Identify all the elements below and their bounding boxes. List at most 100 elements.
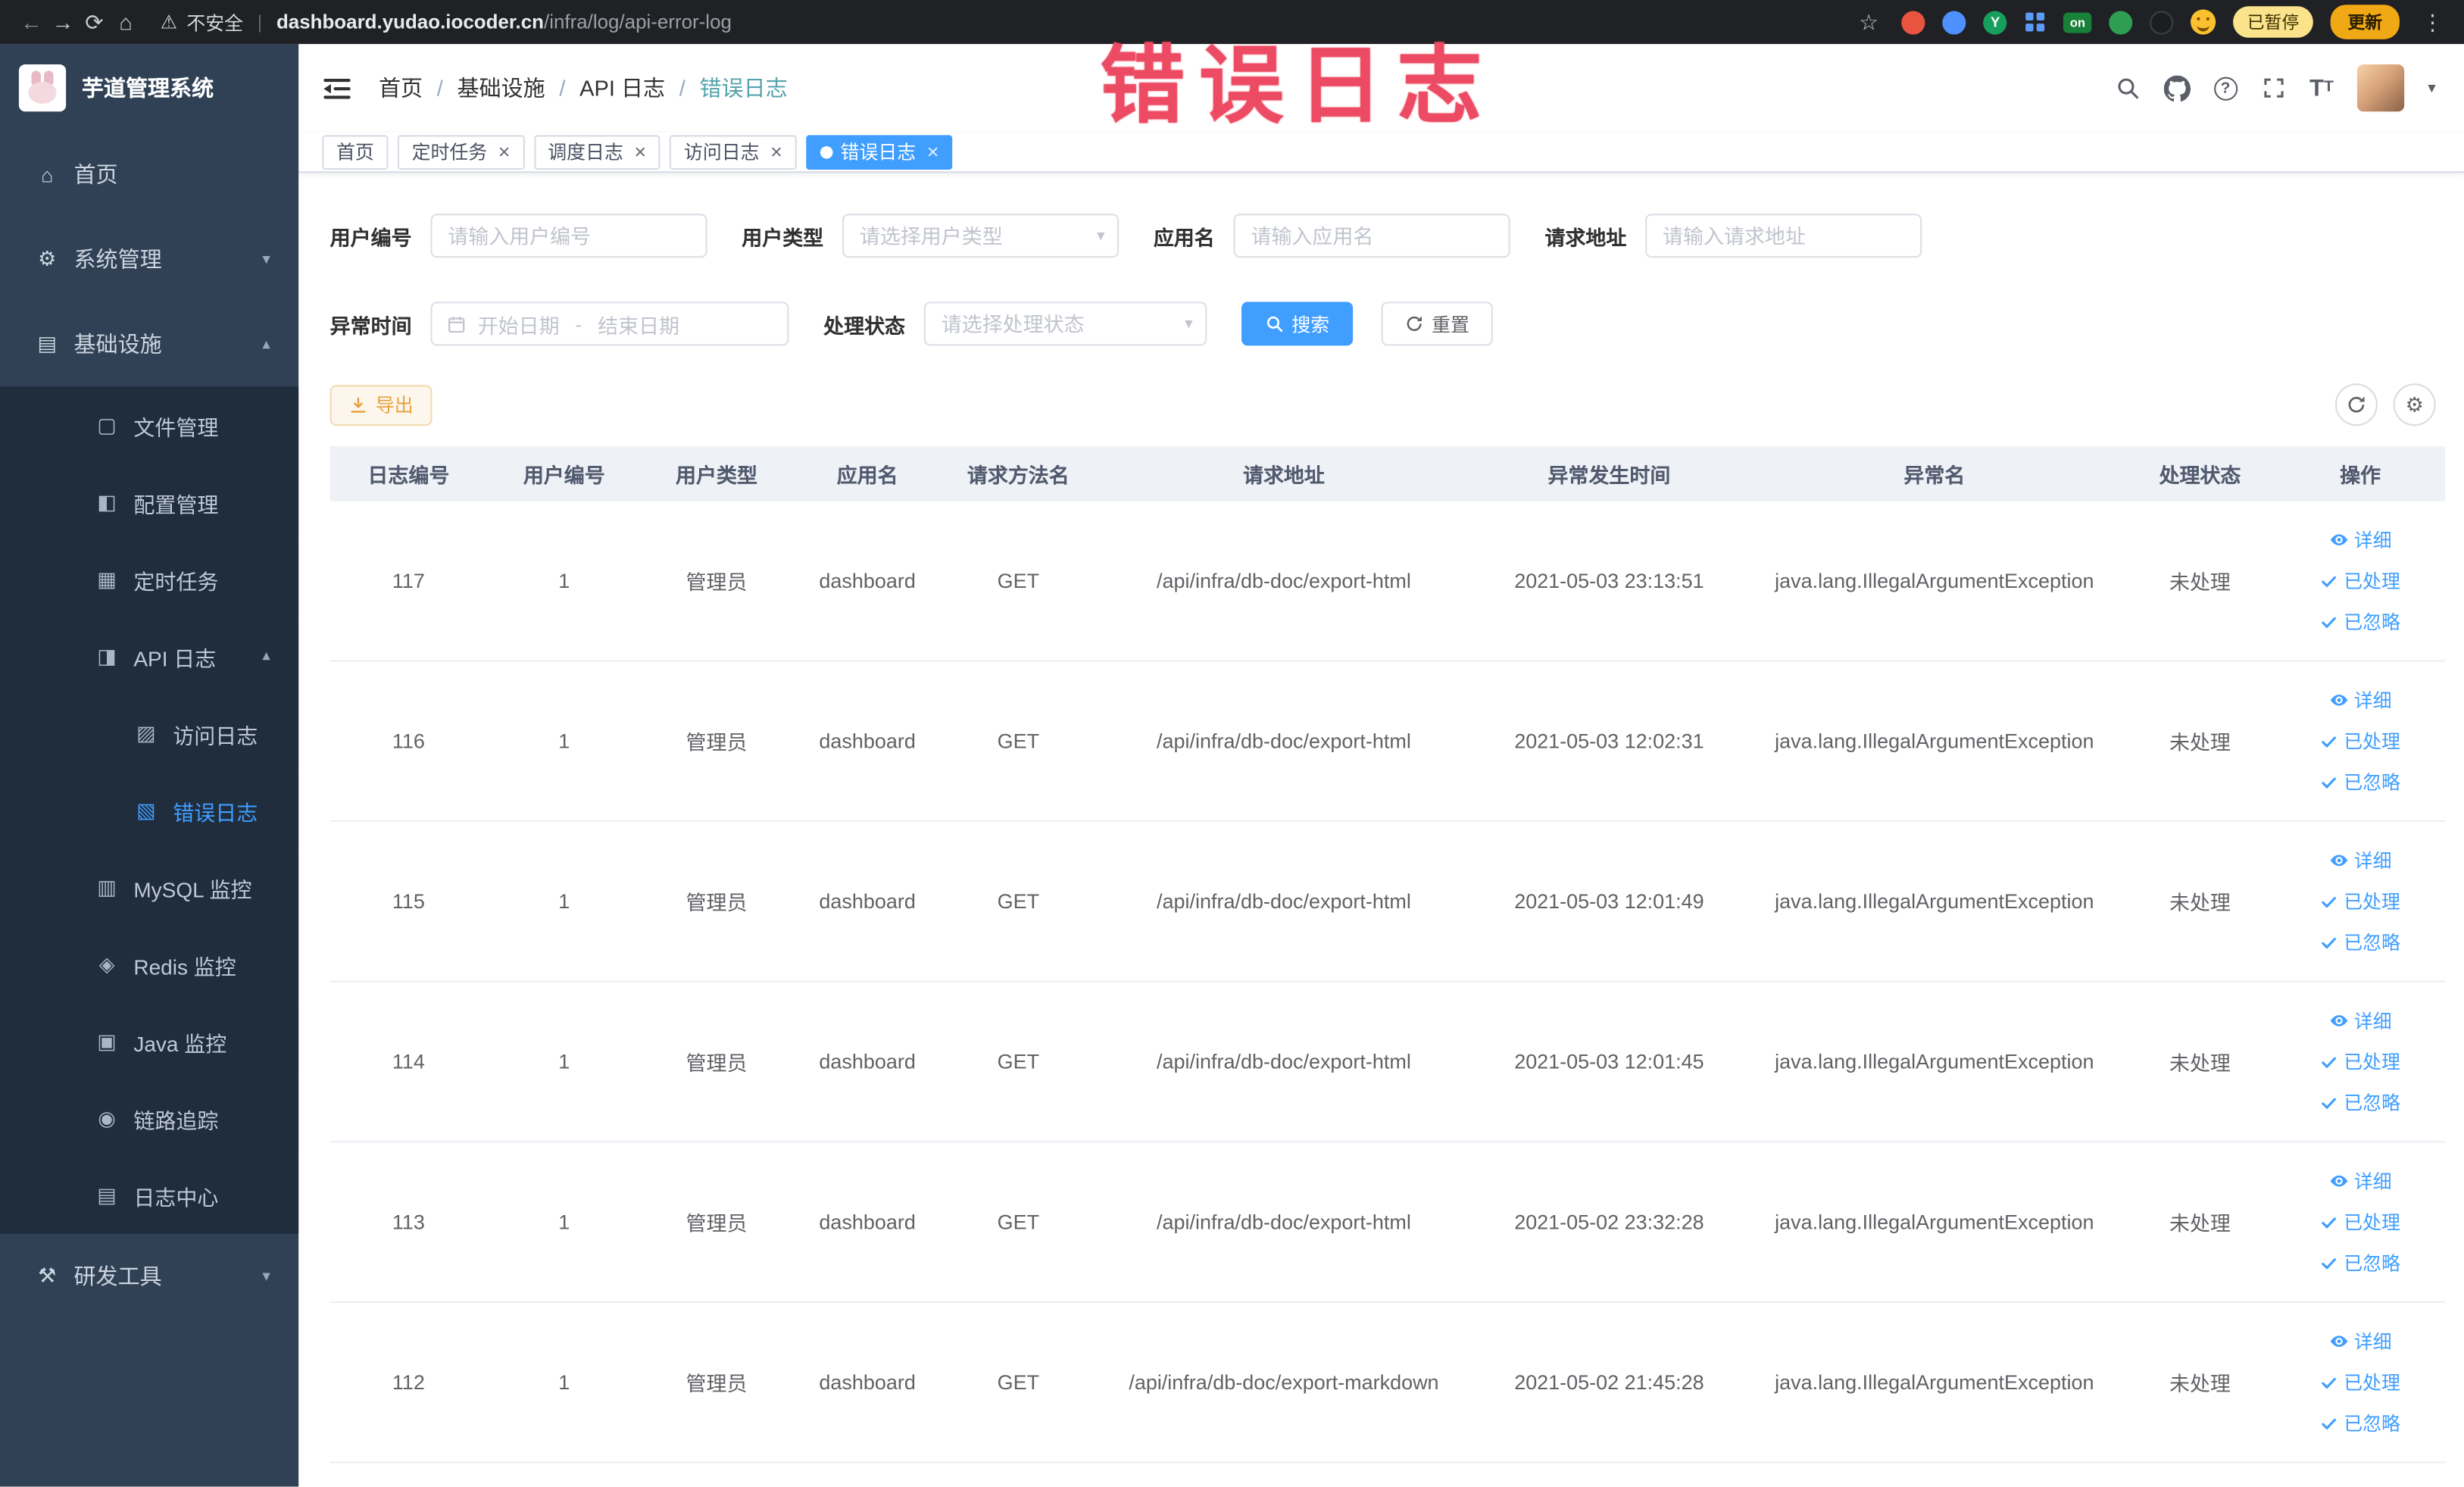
app-logo[interactable]: 芋道管理系统 xyxy=(0,44,298,132)
font-size-icon[interactable]: TT xyxy=(2309,77,2334,100)
site-security-chip[interactable]: ⚠ 不安全 xyxy=(161,8,244,35)
sidebar-item-log-center[interactable]: ▤ 日志中心 xyxy=(0,1156,299,1234)
update-button[interactable]: 更新 xyxy=(2330,5,2400,39)
profile-smiley-icon[interactable] xyxy=(2191,9,2216,35)
tab-0[interactable]: 首页 xyxy=(322,134,389,170)
sidebar-item-access-log[interactable]: ▨ 访问日志 xyxy=(0,694,299,772)
fullscreen-icon[interactable] xyxy=(2261,76,2286,101)
extension-sprout-icon[interactable] xyxy=(2109,10,2133,34)
extension-y-icon[interactable]: Y xyxy=(1983,10,2007,34)
eye-icon xyxy=(2330,694,2348,706)
extension-blue-icon[interactable] xyxy=(1942,10,1966,34)
breadcrumb-infra[interactable]: 基础设施 xyxy=(457,72,545,103)
refresh-circle-button[interactable] xyxy=(2334,383,2378,426)
action-processed-link[interactable]: 已处理 xyxy=(2320,1369,2400,1395)
extension-red-icon[interactable] xyxy=(1901,10,1925,34)
sidebar-item-dev-tools[interactable]: ⚒ 研发工具 ▾ xyxy=(0,1234,298,1319)
action-processed-link[interactable]: 已处理 xyxy=(2320,1208,2400,1235)
action-processed-link[interactable]: 已处理 xyxy=(2320,728,2400,754)
action-label: 详细 xyxy=(2353,530,2392,552)
action-detail-link[interactable]: 详细 xyxy=(2329,687,2392,714)
menu-fold-icon[interactable] xyxy=(323,77,351,100)
help-icon[interactable] xyxy=(2213,76,2238,100)
search-button[interactable]: 搜索 xyxy=(1241,301,1354,346)
table-toolbar: 导出 ⚙ xyxy=(329,383,2445,426)
filter-user-id: 用户编号 xyxy=(330,214,707,258)
cell-exception: java.lang.IllegalArgumentException xyxy=(1775,569,2094,593)
sidebar-item-redis-monitor[interactable]: ◈ Redis 监控 xyxy=(0,925,299,1003)
action-processed-link[interactable]: 已处理 xyxy=(2320,888,2400,914)
sidebar-item-system-mgmt[interactable]: ⚙ 系统管理 ▾ xyxy=(0,217,298,301)
action-processed-link[interactable]: 已处理 xyxy=(2320,567,2400,594)
chevron-up-icon: ▴ xyxy=(262,335,270,353)
action-label: 已处理 xyxy=(2344,1051,2400,1073)
action-detail-link[interactable]: 详细 xyxy=(2329,1328,2392,1354)
action-detail-link[interactable]: 详细 xyxy=(2329,847,2392,873)
back-icon[interactable]: ← xyxy=(16,9,47,34)
action-ignored-link[interactable]: 已忽略 xyxy=(2320,929,2400,955)
tab-close-icon[interactable]: × xyxy=(634,142,646,162)
sidebar-item-scheduled-tasks[interactable]: ▦ 定时任务 xyxy=(0,540,299,618)
sidebar-item-home[interactable]: ⌂ 首页 xyxy=(0,132,298,217)
sidebar-item-java-monitor[interactable]: ▣ Java 监控 xyxy=(0,1002,299,1080)
action-processed-link[interactable]: 已处理 xyxy=(2320,1048,2400,1075)
breadcrumb-home[interactable]: 首页 xyxy=(379,72,423,103)
address-bar[interactable]: dashboard.yudao.iocoder.cn /infra/log/ap… xyxy=(276,11,732,33)
home-icon[interactable]: ⌂ xyxy=(110,9,141,34)
chrome-menu-icon[interactable]: ⋮ xyxy=(2417,8,2448,35)
action-detail-link[interactable]: 详细 xyxy=(2329,526,2392,553)
user-type-select[interactable] xyxy=(842,214,1120,258)
tab-2[interactable]: 调度日志 × xyxy=(533,134,661,170)
reload-icon[interactable]: ⟳ xyxy=(79,8,110,35)
sidebar-item-infrastructure[interactable]: ▤ 基础设施 ▴ xyxy=(0,301,298,386)
tab-close-icon[interactable]: × xyxy=(770,142,782,162)
cell-status: 未处理 xyxy=(2169,1051,2231,1076)
action-ignored-link[interactable]: 已忽略 xyxy=(2320,1410,2400,1436)
cell-user-type: 管理员 xyxy=(685,891,748,915)
column-settings-button[interactable]: ⚙ xyxy=(2393,383,2436,426)
active-tab-dot xyxy=(820,145,833,158)
sidebar-item-label: 首页 xyxy=(73,161,118,187)
sidebar-item-error-log[interactable]: ▧ 错误日志 xyxy=(0,771,299,849)
tab-4[interactable]: 错误日志 × xyxy=(805,134,954,170)
reset-button[interactable]: 重置 xyxy=(1381,301,1494,346)
user-id-input[interactable] xyxy=(430,214,707,258)
forward-icon[interactable]: → xyxy=(47,9,78,34)
export-button[interactable]: 导出 xyxy=(329,384,433,426)
action-ignored-link[interactable]: 已忽略 xyxy=(2320,1089,2400,1116)
action-detail-link[interactable]: 详细 xyxy=(2329,1167,2392,1194)
tab-label: 定时任务 xyxy=(411,141,488,164)
user-avatar[interactable] xyxy=(2356,64,2405,112)
sync-paused-badge[interactable]: 已暂停 xyxy=(2233,6,2313,38)
tab-3[interactable]: 访问日志 × xyxy=(670,134,797,170)
date-range-picker[interactable]: 开始日期 - 结束日期 xyxy=(430,301,789,346)
breadcrumb-apilog[interactable]: API 日志 xyxy=(579,72,665,103)
extension-grid-icon[interactable] xyxy=(2025,11,2047,33)
tab-1[interactable]: 定时任务 × xyxy=(397,134,525,170)
sidebar-item-label: 研发工具 xyxy=(73,1263,162,1289)
sidebar-item-config-mgmt[interactable]: ◧ 配置管理 xyxy=(0,464,299,541)
column-header: 用户类型 xyxy=(676,464,757,488)
extension-paw-icon[interactable] xyxy=(2150,10,2174,34)
action-ignored-link[interactable]: 已忽略 xyxy=(2320,1249,2400,1276)
sidebar-item-mysql-monitor[interactable]: ▥ MySQL 监控 xyxy=(0,848,299,926)
avatar-caret-icon[interactable]: ▾ xyxy=(2428,80,2435,97)
sidebar-item-api-log[interactable]: ◨ API 日志 ▴ xyxy=(0,617,299,695)
process-status-select[interactable] xyxy=(923,301,1207,346)
search-icon[interactable] xyxy=(2115,76,2140,101)
check-icon xyxy=(2322,616,2337,628)
tab-close-icon[interactable]: × xyxy=(498,142,511,162)
sidebar-item-file-mgmt[interactable]: ▢ 文件管理 xyxy=(0,386,299,464)
action-ignored-link[interactable]: 已忽略 xyxy=(2320,768,2400,795)
action-detail-link[interactable]: 详细 xyxy=(2329,1007,2392,1034)
sidebar-item-trace[interactable]: ◉ 链路追踪 xyxy=(0,1079,299,1157)
request-url-input[interactable] xyxy=(1645,214,1922,258)
bookmark-star-icon[interactable]: ☆ xyxy=(1853,8,1884,35)
app-name-input[interactable] xyxy=(1233,214,1510,258)
tab-close-icon[interactable]: × xyxy=(927,142,939,162)
action-ignored-link[interactable]: 已忽略 xyxy=(2320,608,2400,635)
search-icon xyxy=(1266,316,1283,333)
cell-user-id: 1 xyxy=(558,1370,570,1395)
extension-on-badge[interactable]: on xyxy=(2063,11,2092,33)
github-icon[interactable] xyxy=(2163,74,2191,102)
